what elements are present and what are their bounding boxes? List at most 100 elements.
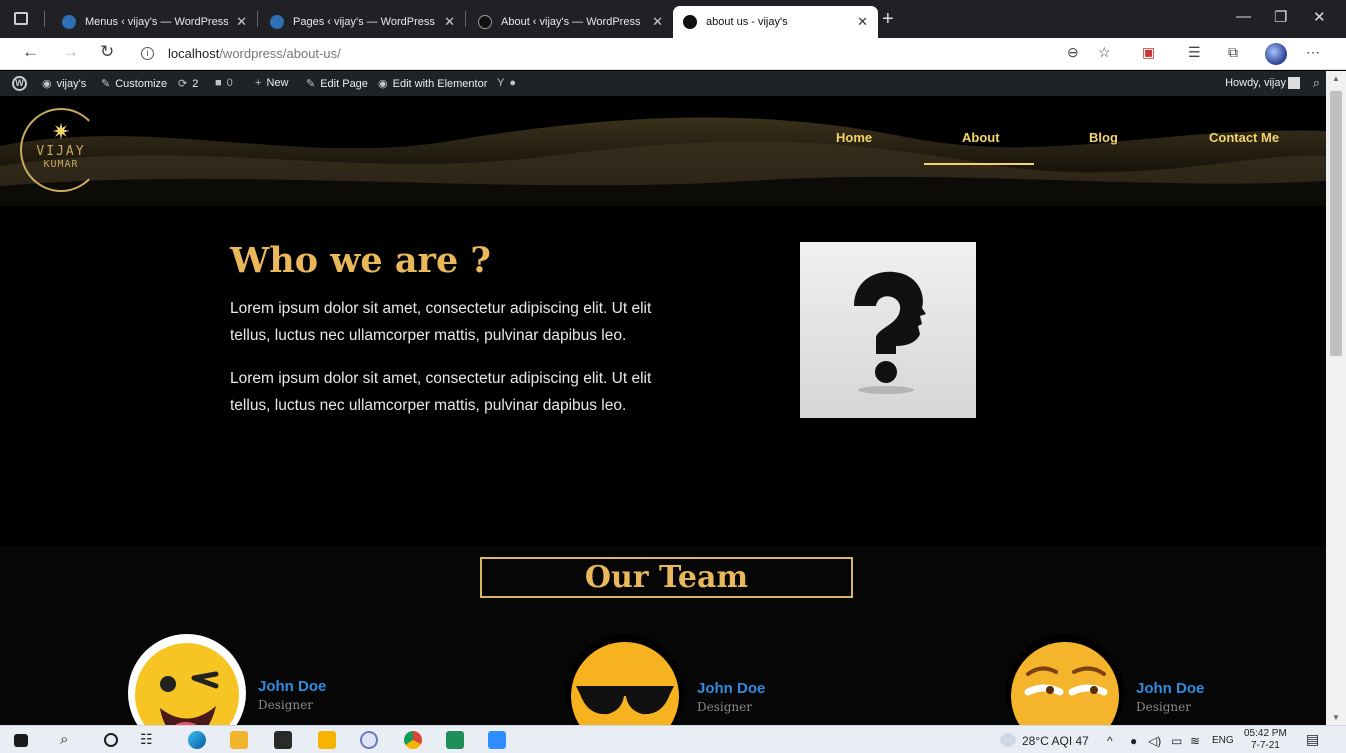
close-icon[interactable]: ✕ (444, 14, 455, 30)
close-icon[interactable]: ✕ (857, 14, 868, 30)
site-logo[interactable]: ✷ VIJAY KUMAR (20, 108, 102, 192)
tab-about-admin[interactable]: About ‹ vijay's — WordPress ✕ (468, 6, 673, 38)
edge-icon[interactable] (188, 731, 206, 749)
url-path: /wordpress/about-us/ (219, 46, 341, 61)
edit-page-link[interactable]: ✎ Edit Page (306, 77, 368, 90)
language-indicator[interactable]: ENG (1212, 735, 1234, 746)
yoast-link[interactable]: Y ● (497, 77, 521, 89)
site-header: ✷ VIJAY KUMAR Home About Blog Contact Me (0, 96, 1326, 206)
member-3-role: Designer (1136, 700, 1191, 714)
minimize-icon[interactable]: — (1236, 8, 1251, 25)
forward-icon[interactable]: → (62, 42, 79, 62)
active-nav-indicator (924, 163, 1034, 165)
app-icon[interactable] (360, 731, 378, 749)
team-heading: Our Team (584, 560, 749, 595)
weather-icon[interactable] (1000, 733, 1016, 747)
wordpress-favicon-icon (62, 15, 76, 29)
updates-count: 2 (192, 78, 199, 90)
elementor-link[interactable]: ◉ Edit with Elementor (378, 77, 487, 90)
wordpress-logo-icon[interactable]: W (12, 76, 27, 91)
pocket-icon[interactable]: ▣ (1142, 44, 1155, 61)
wifi-icon[interactable]: ≋ (1190, 734, 1200, 748)
scroll-thumb[interactable] (1330, 91, 1342, 356)
tab-about-us[interactable]: about us - vijay's ✕ (673, 6, 878, 38)
zoom-icon[interactable]: ⊖ (1067, 44, 1079, 61)
customize-link[interactable]: ✎ Customize (101, 77, 167, 90)
admin-site-name: vijay's (56, 78, 87, 90)
clock-time: 05:42 PM (1244, 728, 1287, 739)
smirking-face-icon (1011, 642, 1119, 725)
wordpress-favicon-icon (270, 15, 284, 29)
site-info-icon[interactable]: i (141, 47, 154, 60)
yoast-icon: Y (497, 77, 505, 89)
howdy-user[interactable]: Howdy, vijay (1225, 77, 1286, 89)
tab-separator (44, 11, 45, 27)
sun-icon: ✷ (51, 119, 71, 144)
app-badge-icon[interactable] (446, 731, 464, 749)
volume-icon[interactable]: ◁) (1148, 734, 1161, 748)
back-icon[interactable]: ← (22, 42, 39, 62)
battery-icon[interactable]: ▭ (1171, 734, 1182, 748)
comments-link[interactable]: ■ 0 (215, 77, 233, 89)
search-icon[interactable]: ⌕ (1313, 75, 1320, 91)
tab-label: Pages ‹ vijay's — WordPress (293, 16, 435, 28)
nav-about[interactable]: About (962, 130, 1000, 145)
search-icon[interactable]: ⌕ (60, 731, 78, 749)
admin-site-link[interactable]: ◉ vijay's (42, 77, 86, 90)
tab-pages[interactable]: Pages ‹ vijay's — WordPress ✕ (260, 6, 465, 38)
close-icon[interactable]: ✕ (652, 14, 663, 30)
tab-label: Menus ‹ vijay's — WordPress (85, 16, 229, 28)
favorites-list-icon[interactable]: ☰ (1188, 44, 1201, 61)
page-viewport: ✷ VIJAY KUMAR Home About Blog Contact Me… (0, 96, 1326, 725)
windows-taskbar: ⌕ ☷ 28°C AQI 47 ^ ● ◁) ▭ ≋ ENG 05:42 PM … (0, 725, 1346, 753)
weather-text[interactable]: 28°C AQI 47 (1022, 734, 1089, 748)
team-title-box: Our Team (480, 557, 853, 598)
window-close-icon[interactable]: ✕ (1313, 8, 1326, 26)
windows-start-icon[interactable] (14, 734, 28, 747)
dashboard-icon: ◉ (42, 78, 52, 90)
scroll-down-icon[interactable]: ▼ (1332, 713, 1340, 722)
user-avatar[interactable] (1288, 77, 1300, 89)
scroll-up-icon[interactable]: ▲ (1332, 74, 1340, 83)
question-head-icon (854, 271, 926, 394)
sticky-notes-icon[interactable] (318, 731, 336, 749)
more-options-icon[interactable]: ⋯ (1306, 44, 1320, 61)
system-clock[interactable]: 05:42 PM 7-7-21 (1244, 728, 1287, 752)
file-explorer-icon[interactable] (230, 731, 248, 749)
nav-contact-me[interactable]: Contact Me (1209, 130, 1279, 145)
tab-menus[interactable]: Menus ‹ vijay's — WordPress ✕ (52, 6, 257, 38)
profile-avatar[interactable] (1265, 43, 1287, 65)
tab-actions-icon[interactable] (14, 12, 28, 25)
edit-page-label: Edit Page (320, 78, 368, 90)
favorite-star-icon[interactable]: ☆ (1098, 44, 1111, 61)
cortana-icon[interactable] (104, 733, 118, 747)
mic-icon[interactable]: ● (1130, 734, 1137, 748)
clock-date: 7-7-21 (1250, 740, 1280, 751)
member-1-name: John Doe (258, 678, 327, 695)
close-icon[interactable]: ✕ (236, 14, 247, 30)
tray-chevron-icon[interactable]: ^ (1107, 734, 1113, 748)
wp-admin-bar: W ◉ vijay's ✎ Customize ⟳ 2 ■ 0 + New ✎ Edit P… (0, 71, 1346, 96)
url-field[interactable]: localhost/wordpress/about-us/ (168, 46, 341, 61)
collections-icon[interactable]: ⧉ (1228, 44, 1238, 61)
member-1-avatar (128, 634, 246, 725)
nav-home[interactable]: Home (836, 130, 872, 145)
tab-separator (257, 11, 258, 27)
new-tab-icon[interactable]: + (882, 9, 894, 29)
restore-icon[interactable]: ❐ (1274, 8, 1287, 26)
about-heading: Who we are ? (230, 240, 491, 281)
member-2-avatar (566, 634, 684, 725)
nav-blog[interactable]: Blog (1089, 130, 1118, 145)
about-paragraph: Lorem ipsum dolor sit amet, consectetur … (230, 370, 652, 414)
task-view-icon[interactable]: ☷ (140, 731, 158, 749)
page-scrollbar[interactable]: ▲ ▼ (1326, 71, 1346, 725)
site-favicon-icon (683, 15, 697, 29)
zoom-app-icon[interactable] (488, 731, 506, 749)
new-content-link[interactable]: + New (255, 77, 288, 89)
store-icon[interactable] (274, 731, 292, 749)
notifications-icon[interactable]: ▤ (1306, 731, 1319, 748)
chrome-icon[interactable] (404, 731, 422, 749)
member-3-name: John Doe (1136, 680, 1205, 697)
reload-icon[interactable]: ↻ (100, 42, 114, 62)
updates-link[interactable]: ⟳ 2 (178, 77, 198, 90)
